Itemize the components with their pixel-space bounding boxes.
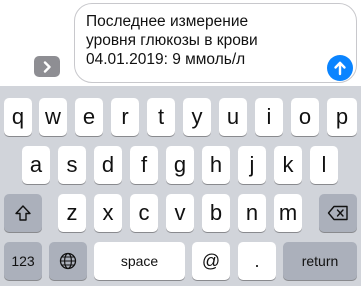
- key-x[interactable]: x: [94, 194, 122, 232]
- message-compose-area: Последнее измерение уровня глюкозы в кро…: [0, 0, 361, 86]
- key-w[interactable]: w: [39, 98, 67, 136]
- shift-key[interactable]: [4, 194, 42, 232]
- key-y[interactable]: y: [183, 98, 211, 136]
- delete-key[interactable]: [319, 194, 357, 232]
- delete-icon: [327, 205, 348, 221]
- keyboard: q w e r t y u i o p a s d f g h j k l z …: [0, 86, 361, 286]
- globe-icon: [59, 252, 77, 270]
- globe-key[interactable]: [49, 242, 87, 280]
- send-button[interactable]: [327, 55, 353, 81]
- key-k[interactable]: k: [274, 146, 302, 184]
- key-z[interactable]: z: [58, 194, 86, 232]
- key-d[interactable]: d: [94, 146, 122, 184]
- key-u[interactable]: u: [219, 98, 247, 136]
- period-key[interactable]: .: [238, 242, 276, 280]
- key-c[interactable]: c: [130, 194, 158, 232]
- expand-apps-button[interactable]: [34, 56, 60, 77]
- key-a[interactable]: a: [22, 146, 50, 184]
- key-r[interactable]: r: [111, 98, 139, 136]
- key-l[interactable]: l: [310, 146, 338, 184]
- key-q[interactable]: q: [4, 98, 32, 136]
- message-input[interactable]: Последнее измерение уровня глюкозы в кро…: [74, 3, 357, 83]
- shift-icon: [15, 205, 31, 221]
- space-key[interactable]: space: [94, 242, 185, 280]
- key-n[interactable]: n: [238, 194, 266, 232]
- key-o[interactable]: o: [291, 98, 319, 136]
- at-key[interactable]: @: [192, 242, 230, 280]
- key-b[interactable]: b: [202, 194, 230, 232]
- key-f[interactable]: f: [130, 146, 158, 184]
- chevron-right-icon: [43, 60, 51, 73]
- message-text: Последнее измерение уровня глюкозы в кро…: [86, 13, 258, 68]
- return-key[interactable]: return: [283, 242, 357, 280]
- key-g[interactable]: g: [166, 146, 194, 184]
- key-e[interactable]: e: [75, 98, 103, 136]
- key-t[interactable]: t: [147, 98, 175, 136]
- key-v[interactable]: v: [166, 194, 194, 232]
- key-s[interactable]: s: [58, 146, 86, 184]
- arrow-up-icon: [334, 61, 346, 76]
- numbers-key[interactable]: 123: [4, 242, 42, 280]
- key-j[interactable]: j: [238, 146, 266, 184]
- key-m[interactable]: m: [274, 194, 302, 232]
- key-i[interactable]: i: [255, 98, 283, 136]
- key-h[interactable]: h: [202, 146, 230, 184]
- key-p[interactable]: p: [327, 98, 357, 136]
